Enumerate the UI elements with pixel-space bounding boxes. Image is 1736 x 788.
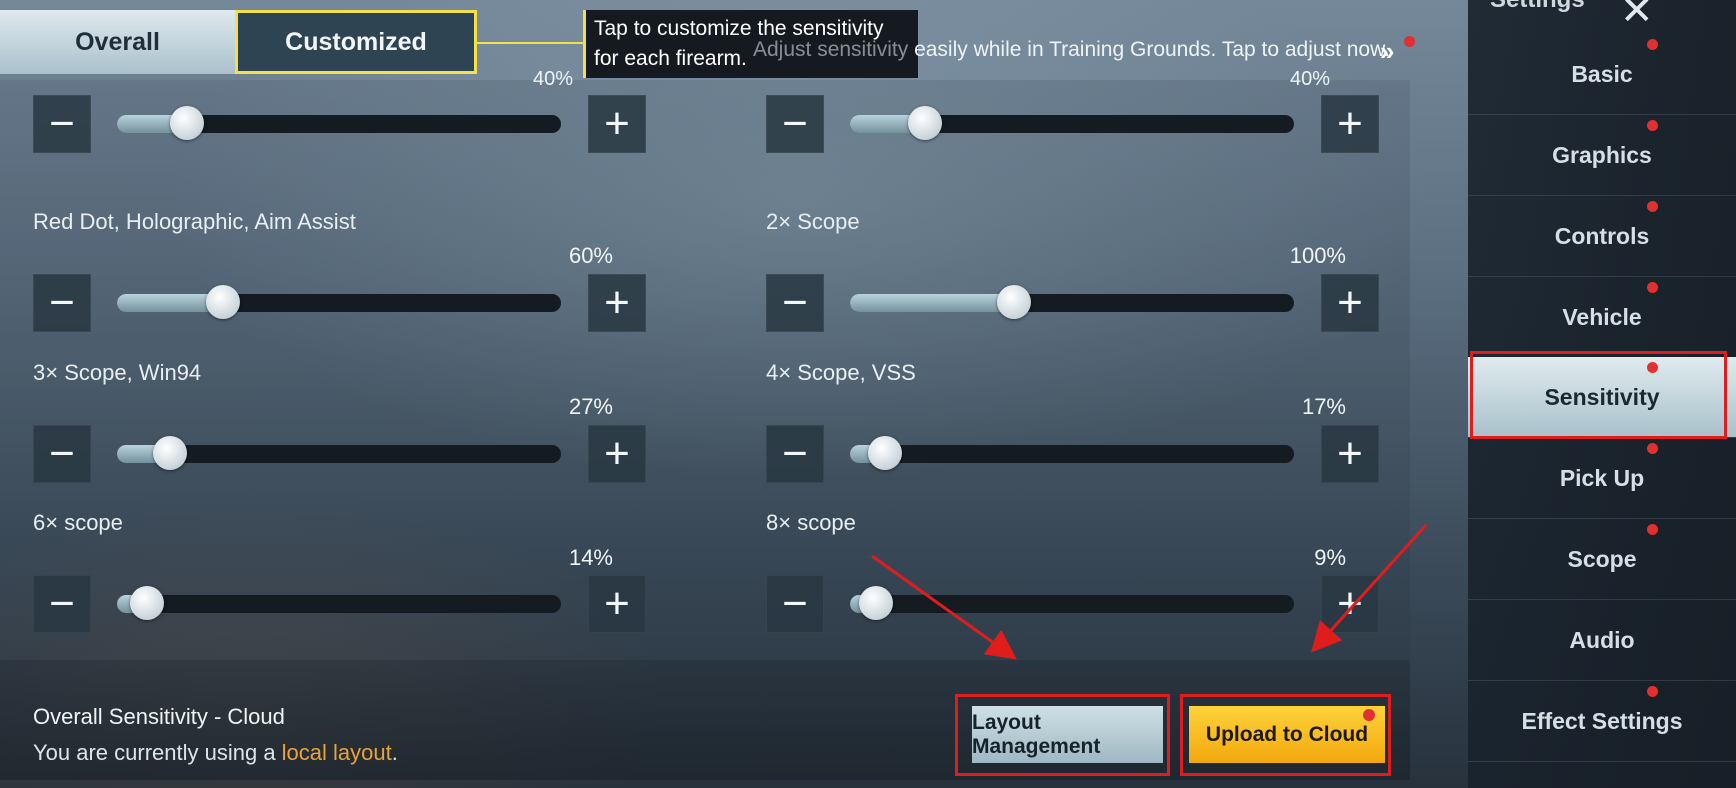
row-5-percent: 14% xyxy=(568,545,613,570)
highlight-box-sensitivity xyxy=(1470,351,1727,439)
top-left-plus-button[interactable]: + xyxy=(588,95,646,153)
sidebar-item-basic[interactable]: Basic xyxy=(1468,34,1736,114)
sidebar-item-label: Controls xyxy=(1554,222,1650,249)
row-3-minus-button[interactable]: − xyxy=(33,425,91,483)
row-6-percent: 9% xyxy=(1314,545,1346,570)
highlight-box-upload xyxy=(1180,694,1391,776)
row-4-slider-knob[interactable] xyxy=(867,436,902,470)
sidebar-notification-dot xyxy=(1647,120,1658,131)
sidebar-item-label: Pick Up xyxy=(1559,464,1645,491)
sidebar-item-graphics[interactable]: Graphics xyxy=(1468,115,1736,195)
tooltip-connector xyxy=(477,42,583,44)
sidebar-item-controls[interactable]: Controls xyxy=(1468,196,1736,276)
sidebar-item-label: Scope xyxy=(1567,545,1637,572)
row-1-slider-knob[interactable] xyxy=(205,285,240,319)
row-3-percent: 27% xyxy=(568,394,613,419)
row-4-minus-button[interactable]: − xyxy=(766,425,824,483)
sidebar-header: Settings xyxy=(1490,0,1585,14)
cloud-desc-prefix: You are currently using a xyxy=(33,740,282,765)
row-1-label: Red Dot, Holographic, Aim Assist xyxy=(33,209,356,234)
row-5-slider-track[interactable] xyxy=(117,586,561,620)
cloud-description: You are currently using a local layout. xyxy=(33,740,398,766)
local-layout-link[interactable]: local layout xyxy=(282,740,392,765)
row-3-slider-knob[interactable] xyxy=(152,436,187,470)
sidebar-item-scope[interactable]: Scope xyxy=(1468,519,1736,599)
row-2-label: 2× Scope xyxy=(766,209,860,234)
sidebar-item-label: Effect Settings xyxy=(1521,707,1683,734)
top-left-slider-track[interactable] xyxy=(117,106,561,140)
top-right-plus-button[interactable]: + xyxy=(1321,95,1379,153)
cloud-title: Overall Sensitivity - Cloud xyxy=(33,704,285,729)
row-4-label: 4× Scope, VSS xyxy=(766,360,916,385)
double-chevron-icon[interactable]: » xyxy=(1380,36,1394,67)
slider-area xyxy=(0,80,1410,660)
row-6-plus-button[interactable]: + xyxy=(1321,575,1379,633)
top-right-slider-track[interactable] xyxy=(850,106,1294,140)
notice-text: easily while in Training Grounds. Tap to… xyxy=(914,38,1390,61)
close-icon[interactable]: ✕ xyxy=(1620,0,1654,34)
cloud-desc-suffix: . xyxy=(391,740,398,765)
sidebar-item-vehicle[interactable]: Vehicle xyxy=(1468,277,1736,357)
row-5-plus-button[interactable]: + xyxy=(588,575,646,633)
sidebar-notification-dot xyxy=(1647,686,1658,697)
sidebar-item-label: Vehicle xyxy=(1562,303,1642,330)
row-4-slider-track[interactable] xyxy=(850,436,1294,470)
row-2-slider-track[interactable] xyxy=(850,285,1294,319)
row-3-label: 3× Scope, Win94 xyxy=(33,360,202,385)
row-2-percent: 100% xyxy=(1289,243,1346,268)
sidebar-notification-dot xyxy=(1647,282,1658,293)
top-right-slider-knob[interactable] xyxy=(907,106,942,140)
sidebar-item-label: Basic xyxy=(1571,60,1633,87)
row-3-plus-button[interactable]: + xyxy=(588,425,646,483)
sidebar-item-pick-up[interactable]: Pick Up xyxy=(1468,438,1736,518)
sidebar-item-effect-settings[interactable]: Effect Settings xyxy=(1468,681,1736,761)
row-1-percent: 60% xyxy=(568,243,613,268)
notification-dot xyxy=(1404,36,1415,47)
top-left-minus-button[interactable]: − xyxy=(33,95,91,153)
row-6-label: 8× scope xyxy=(766,510,856,535)
row-2-minus-button[interactable]: − xyxy=(766,274,824,332)
row-5-minus-button[interactable]: − xyxy=(33,575,91,633)
row-6-slider-knob[interactable] xyxy=(858,586,893,620)
sidebar-item-label: Graphics xyxy=(1552,141,1652,168)
row-2-slider-knob[interactable] xyxy=(996,285,1031,319)
sidebar-divider xyxy=(1468,761,1736,762)
notice-dim-text: Adjust sensitivity xyxy=(753,38,915,61)
top-left-percent: 40% xyxy=(533,68,574,90)
sidebar-item-label: Audio xyxy=(1569,626,1635,653)
row-6-minus-button[interactable]: − xyxy=(766,575,824,633)
sidebar-notification-dot xyxy=(1647,524,1658,535)
training-notice[interactable]: Adjust sensitivity easily while in Train… xyxy=(753,38,1390,62)
top-right-minus-button[interactable]: − xyxy=(766,95,824,153)
highlight-box-layout xyxy=(955,694,1170,776)
row-1-plus-button[interactable]: + xyxy=(588,274,646,332)
sidebar-item-audio[interactable]: Audio xyxy=(1468,600,1736,680)
sidebar-notification-dot xyxy=(1647,39,1658,50)
sidebar-notification-dot xyxy=(1647,443,1658,454)
row-6-slider-track[interactable] xyxy=(850,586,1294,620)
row-2-plus-button[interactable]: + xyxy=(1321,274,1379,332)
row-5-label: 6× scope xyxy=(33,510,123,535)
row-4-plus-button[interactable]: + xyxy=(1321,425,1379,483)
top-right-percent: 40% xyxy=(1290,68,1331,90)
sidebar-notification-dot xyxy=(1647,201,1658,212)
row-3-slider-track[interactable] xyxy=(117,436,561,470)
row-2-slider-fill xyxy=(850,294,1014,312)
row-1-minus-button[interactable]: − xyxy=(33,274,91,332)
tab-customized[interactable]: Customized xyxy=(235,10,477,74)
tab-overall[interactable]: Overall xyxy=(0,10,235,74)
row-1-slider-track[interactable] xyxy=(117,285,561,319)
row-4-percent: 17% xyxy=(1301,394,1346,419)
sensitivity-panel: Overall Customized Tap to customize the … xyxy=(0,0,1415,788)
